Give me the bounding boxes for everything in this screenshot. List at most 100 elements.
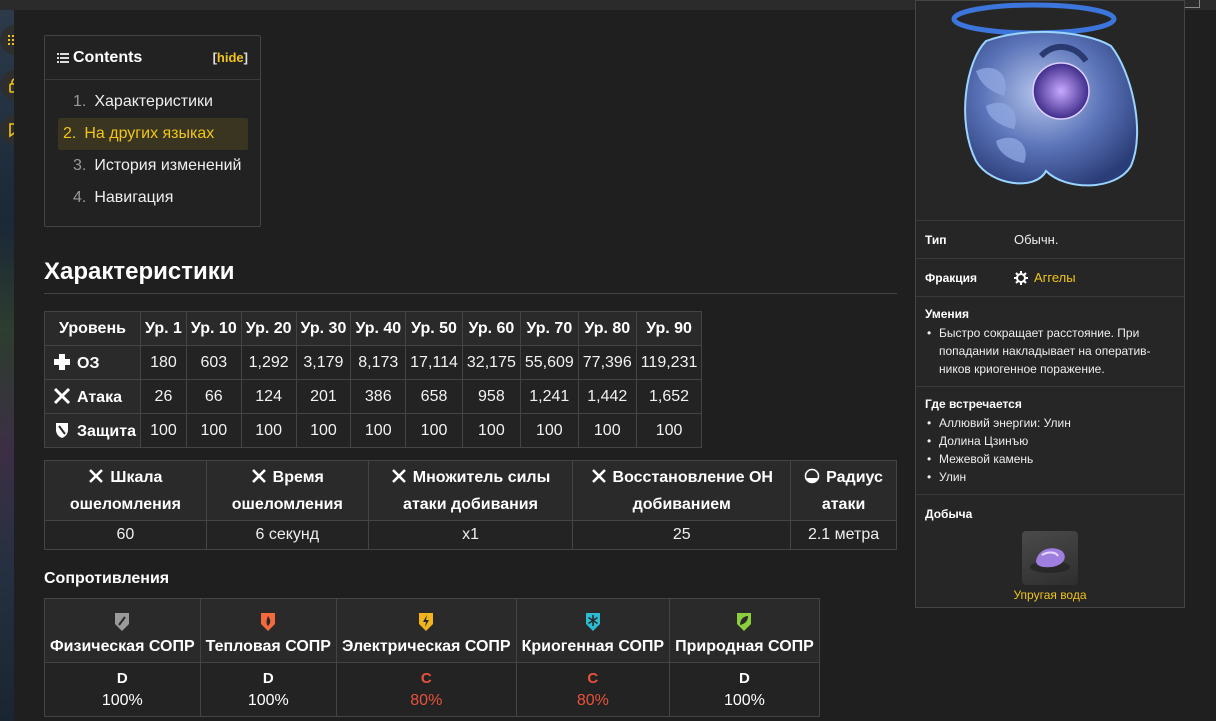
col-header-stagger-gauge: Шкала ошеломления [44, 460, 207, 521]
resistance-value-physical: D 100% [44, 662, 201, 717]
toc-item-other-languages[interactable]: 2. На других языках [58, 118, 248, 150]
locations-list: Аллювий энергии: Улин Долина Цзинъю Меже… [925, 414, 1175, 486]
crossed-swords-icon [89, 468, 104, 483]
col-header: Ур. 50 [405, 311, 463, 346]
col-header-nature: Природная СОПР [669, 598, 820, 663]
table-cell: 100 [519, 413, 579, 448]
col-header: Ур. 60 [461, 311, 521, 346]
skills-section: Умения Быстро сокращает расстояние. При … [916, 297, 1184, 387]
table-cell: 32,175 [461, 345, 521, 380]
cryo-icon [585, 613, 600, 631]
resistance-grade: C [420, 669, 432, 687]
toc-item-navigation[interactable]: 4. Навигация [57, 182, 248, 214]
header-line: Восстановление ОН [612, 468, 773, 486]
row-header-defense: Защита [44, 413, 141, 448]
resistance-grade: D [116, 669, 128, 687]
table-cell: 100 [295, 413, 352, 448]
col-header-attack-radius: Радиус атаки [790, 460, 897, 521]
col-header-electric: Электрическая СОПР [335, 598, 517, 663]
toc-hide-toggle[interactable]: [hide] [213, 50, 248, 65]
toc-item-label: Характеристики [94, 93, 213, 110]
enemy-image [916, 1, 1184, 221]
list-item: Долина Цзинъю [925, 432, 1175, 450]
col-header: Ур. 1 [140, 311, 187, 346]
table-cell: 77,396 [577, 345, 637, 380]
resistances-heading: Сопротивления [44, 570, 170, 587]
header-line: ошеломления [231, 495, 343, 513]
row-label: Атака [77, 388, 122, 406]
toc-number: 3. [73, 157, 87, 174]
heading-divider [44, 293, 897, 294]
header-line: ошеломления [69, 495, 181, 513]
list-item: Аллювий энергии: Улин [925, 414, 1175, 432]
table-cell: 100 [350, 413, 407, 448]
table-cell: 119,231 [635, 345, 703, 380]
table-cell: 1,652 [635, 379, 703, 414]
electric-icon [419, 613, 434, 631]
col-header: Ур. 10 [185, 311, 242, 346]
table-cell: 386 [350, 379, 407, 414]
toc-item-history[interactable]: 3. История изменений [57, 150, 248, 182]
col-header: Ур. 90 [635, 311, 703, 346]
level-stats-table: Уровень Ур. 1 Ур. 10 Ур. 20 Ур. 30 Ур. 4… [44, 311, 703, 448]
table-cell: 55,609 [519, 345, 579, 380]
table-header-row: Уровень Ур. 1 Ур. 10 Ур. 20 Ур. 30 Ур. 4… [44, 311, 703, 346]
col-header: Ур. 20 [240, 311, 297, 346]
skills-title: Умения [925, 307, 970, 321]
table-of-contents: Contents [hide] 1. Характеристики 2. На др… [44, 35, 261, 227]
table-cell: 25 [572, 520, 792, 550]
table-cell: 201 [295, 379, 352, 414]
table-header-row: Физическая СОПР Тепловая СОПР Электричес… [44, 598, 820, 663]
table-cell: 100 [577, 413, 637, 448]
resistance-grade: C [587, 669, 599, 687]
toc-hide-link[interactable]: hide [217, 50, 244, 65]
table-cell: 1,292 [240, 345, 297, 380]
col-header: Ур. 80 [577, 311, 637, 346]
faction-row: Фракция Аггелы [916, 259, 1184, 297]
row-label: ОЗ [77, 354, 100, 372]
loot-item-name[interactable]: Упругая вода [990, 588, 1110, 602]
table-cell: 3,179 [295, 345, 352, 380]
table-cell: 1,442 [577, 379, 637, 414]
article-page: Contents [hide] 1. Характеристики 2. На др… [14, 0, 1216, 721]
list-item: Улин [925, 468, 1175, 486]
loot-item-icon [1022, 531, 1078, 585]
header-label: Природная СОПР [675, 638, 814, 655]
table-cell: 100 [461, 413, 521, 448]
crystal-icon [1030, 548, 1070, 573]
resistance-percent: 100% [101, 691, 143, 709]
type-row: Тип Обычн. [916, 221, 1184, 259]
crossed-swords-icon [391, 468, 406, 483]
resistance-grade: D [262, 669, 274, 687]
faction-value[interactable]: Аггелы [1034, 270, 1076, 285]
physical-icon [115, 613, 130, 631]
toc-number: 1. [73, 93, 87, 110]
loot-item[interactable]: Упругая вода [1013, 531, 1087, 602]
loot-title: Добыча [925, 507, 973, 521]
radius-icon [804, 468, 820, 483]
toc-list-icon [57, 52, 69, 63]
table-cell: 958 [461, 379, 521, 414]
table-cell: 2.1 метра [790, 520, 897, 550]
table-row: D 100% D 100% C 80% C 80% D 100% [44, 662, 820, 717]
table-cell: 100 [185, 413, 242, 448]
table-cell: 1,241 [519, 379, 579, 414]
table-cell: x1 [367, 520, 574, 550]
toc-item-characteristics[interactable]: 1. Характеристики [57, 86, 248, 118]
table-cell: 100 [405, 413, 463, 448]
locations-section: Где встречается Аллювий энергии: Улин До… [916, 387, 1184, 495]
col-header: Уровень [44, 311, 141, 346]
crossed-swords-icon [591, 468, 606, 483]
faction-label: Фракция [925, 270, 978, 285]
faction-link[interactable]: Аггелы [1014, 270, 1076, 285]
table-cell: 8,173 [350, 345, 407, 380]
faction-gear-icon [1014, 270, 1028, 285]
resistance-percent: 80% [410, 691, 443, 709]
col-header-finisher-recovery: Восстановление ОН добиванием [572, 460, 792, 521]
type-label: Тип [925, 232, 947, 247]
list-item: Быстро сокращает расстояние. При попадан… [925, 324, 1175, 378]
table-cell: 100 [240, 413, 297, 448]
toc-list: 1. Характеристики 2. На других языках 3. Ис… [45, 80, 260, 214]
col-header-finisher-multiplier: Множитель силы атаки добивания [367, 460, 574, 521]
header-line: Шкала [110, 468, 163, 486]
